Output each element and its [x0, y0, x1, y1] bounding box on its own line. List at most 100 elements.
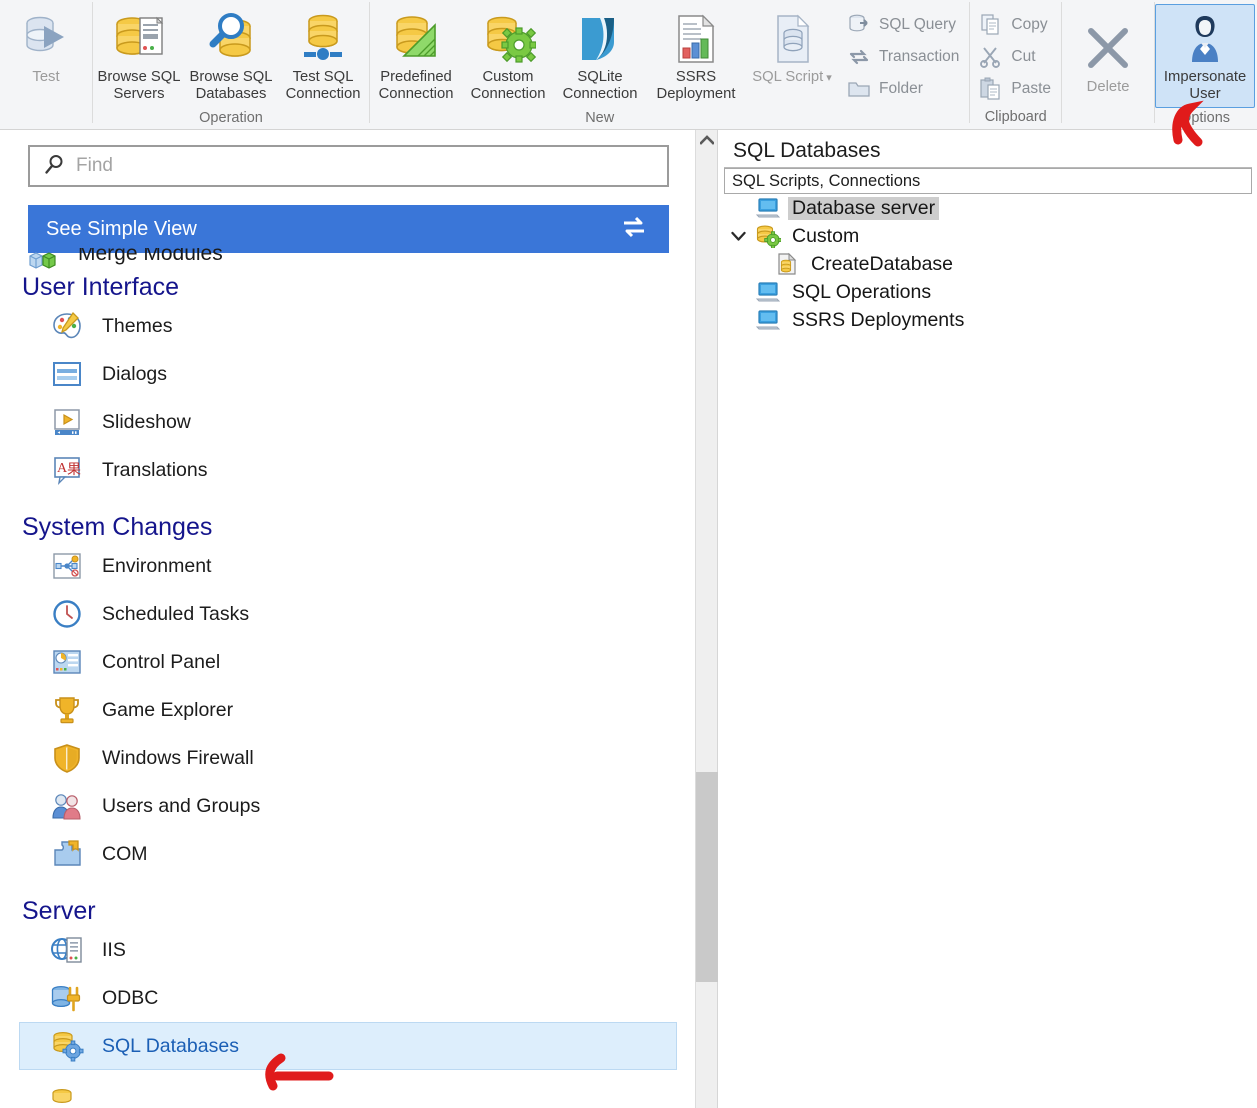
sql-query-button[interactable]: SQL Query [844, 10, 965, 40]
panel-subtitle: SQL Scripts, Connections [724, 168, 1252, 194]
page-title: SQL Databases [724, 135, 1252, 168]
list-item-odbc-label: ODBC [102, 986, 159, 1009]
list-item-game-explorer-label: Game Explorer [102, 698, 234, 721]
list-item-environment[interactable]: Environment [19, 542, 677, 590]
swap-arrows-icon [621, 216, 647, 243]
section-heading-server: Server [22, 897, 96, 925]
sqlite-connection-button[interactable]: SQLite Connection [554, 4, 646, 108]
search-icon [44, 153, 66, 180]
script-page-icon [774, 251, 800, 277]
list-item-odbc[interactable]: ODBC [19, 974, 677, 1022]
list-item-control-panel-label: Control Panel [102, 650, 221, 673]
folder-button[interactable]: Folder [844, 74, 965, 104]
list-item-scheduled-tasks-label: Scheduled Tasks [102, 602, 250, 625]
left-panel-scrollbar[interactable] [696, 130, 718, 1108]
copy-button[interactable]: Copy [976, 10, 1057, 40]
tree-node-database-server[interactable]: Database server [724, 194, 1252, 222]
ribbon-group-delete: Delete [1062, 0, 1154, 129]
search-placeholder: Find [76, 155, 113, 176]
ribbon-group-delete-title [1062, 108, 1154, 129]
folder-icon [846, 76, 872, 102]
see-simple-view-label: See Simple View [46, 217, 197, 240]
puzzle-icon [50, 837, 84, 871]
list-item-sql-databases[interactable]: SQL Databases [19, 1022, 677, 1070]
merge-modules-icon [28, 248, 62, 274]
database-arrow-icon [19, 9, 73, 69]
scissors-icon [978, 44, 1004, 70]
search-input[interactable]: Find [28, 145, 669, 187]
predefined-connection-button[interactable]: Predefined Connection [370, 4, 462, 108]
chevron-down-icon[interactable]: ▾ [823, 72, 832, 84]
chevron-down-icon[interactable] [728, 231, 748, 242]
tree-node-custom-label: Custom [792, 224, 860, 247]
ribbon-group-test: Test [0, 0, 92, 129]
paste-button[interactable]: Paste [976, 74, 1057, 104]
browse-sql-servers-button[interactable]: Browse SQL Servers [93, 4, 185, 108]
cut-label: Cut [1011, 48, 1036, 65]
list-item-windows-firewall-label: Windows Firewall [102, 746, 254, 769]
list-item-merge-modules[interactable]: Merge Modules [28, 248, 428, 274]
database-search-icon [203, 9, 259, 69]
tree-node-custom[interactable]: Custom [724, 222, 1252, 250]
scrollbar-thumb[interactable] [696, 772, 718, 982]
palette-icon [50, 309, 84, 343]
test-sql-connection-button[interactable]: Test SQL Connection [277, 4, 369, 108]
tree-node-sql-operations-label: SQL Operations [792, 280, 932, 303]
transaction-icon [846, 44, 872, 70]
database-gear-icon [480, 9, 536, 69]
category-list: Merge Modules User Interface Themes Dial… [0, 248, 695, 1108]
tree-node-ssrs-deployments-label: SSRS Deployments [792, 308, 965, 331]
list-item-partial-next[interactable] [49, 1087, 79, 1108]
delete-x-icon [1082, 19, 1134, 79]
iis-globe-icon [50, 933, 84, 967]
list-item-game-explorer[interactable]: Game Explorer [19, 686, 677, 734]
transaction-label: Transaction [879, 48, 960, 65]
sql-script-button[interactable]: SQL Script ▾ [746, 4, 838, 108]
ribbon-group-clipboard: Copy Cut Paste Clipboard [970, 0, 1061, 129]
environment-nodes-icon [50, 549, 84, 583]
list-item-slideshow[interactable]: Slideshow [19, 398, 677, 446]
list-item-windows-firewall[interactable]: Windows Firewall [19, 734, 677, 782]
slideshow-icon [50, 405, 84, 439]
cut-button[interactable]: Cut [976, 42, 1057, 72]
ssrs-deployment-button[interactable]: SSRS Deployment [646, 4, 746, 108]
delete-button[interactable]: Delete [1062, 4, 1154, 108]
list-item-dialogs[interactable]: Dialogs [19, 350, 677, 398]
browse-sql-databases-label: Browse SQL Databases [189, 69, 273, 102]
list-item-dialogs-label: Dialogs [102, 362, 168, 385]
tree-node-ssrs-deployments[interactable]: SSRS Deployments [724, 306, 1252, 334]
ribbon-group-options-title: Options [1180, 110, 1231, 126]
list-item-users-and-groups-label: Users and Groups [102, 794, 261, 817]
transaction-button[interactable]: Transaction [844, 42, 965, 72]
test-button-label: Test [32, 69, 60, 85]
monitor-icon [755, 307, 781, 333]
monitor-icon [755, 195, 781, 221]
report-chart-icon [671, 9, 721, 69]
list-item-users-and-groups[interactable]: Users and Groups [19, 782, 677, 830]
test-button[interactable]: Test [0, 4, 92, 108]
database-gear-green-icon [755, 223, 781, 249]
list-item-com[interactable]: COM [19, 830, 677, 878]
clock-icon [50, 597, 84, 631]
see-simple-view-button[interactable]: See Simple View [28, 205, 669, 253]
impersonate-user-button[interactable]: Impersonate User [1155, 4, 1256, 108]
list-item-translations[interactable]: A 果 Translations [19, 446, 677, 494]
tree-node-createdatabase[interactable]: CreateDatabase [724, 250, 1252, 278]
chevron-up-icon[interactable] [696, 130, 718, 150]
list-item-themes[interactable]: Themes [19, 302, 677, 350]
section-heading-user-interface: User Interface [22, 273, 180, 301]
list-item-slideshow-label: Slideshow [102, 410, 191, 433]
right-details-panel: SQL Databases SQL Scripts, Connections D… [719, 130, 1257, 1108]
copy-label: Copy [1011, 16, 1048, 33]
list-item-control-panel[interactable]: Control Panel [19, 638, 677, 686]
test-sql-connection-label: Test SQL Connection [285, 69, 361, 102]
list-item-com-label: COM [102, 842, 148, 865]
browse-sql-databases-button[interactable]: Browse SQL Databases [185, 4, 277, 108]
list-item-iis[interactable]: IIS [19, 926, 677, 974]
ribbon-group-new: Predefined Connection Custom Connection … [370, 0, 969, 129]
tree-node-sql-operations[interactable]: SQL Operations [724, 278, 1252, 306]
list-item-scheduled-tasks[interactable]: Scheduled Tasks [19, 590, 677, 638]
application-window: Test Browse SQL Servers Browse SQL Datab… [0, 0, 1257, 1108]
custom-connection-button[interactable]: Custom Connection [462, 4, 554, 108]
database-gear-icon [50, 1029, 84, 1063]
